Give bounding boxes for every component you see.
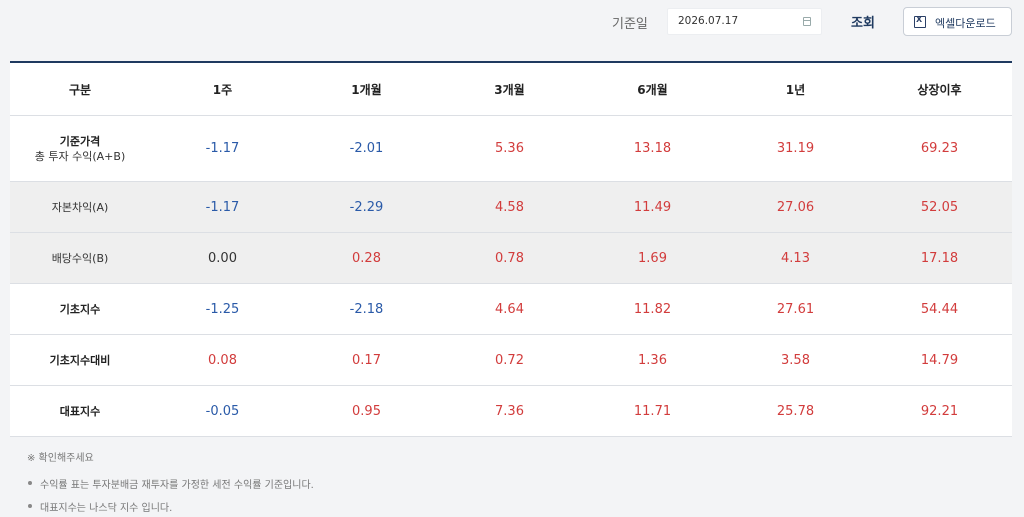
value-cell: 11.49	[633, 199, 672, 215]
value-cell: 0.78	[495, 250, 524, 266]
note-item: 대표지수는 나스닥 지수 입니다.	[27, 499, 314, 514]
table-row: 기준가격 총 투자 수익(A+B) -1.17 -2.01 5.36 13.18 31.19…	[10, 116, 1012, 182]
value-cell: 4.58	[495, 199, 524, 215]
excel-icon	[914, 15, 926, 28]
value-cell: 0.72	[495, 352, 524, 368]
row-label-cell: 기준가격 총 투자 수익(A+B)	[10, 116, 150, 181]
table-header-row: 구분 1주 1개월 3개월 6개월 1년 상장이후	[10, 63, 1012, 116]
header-cell: 1년	[785, 82, 806, 97]
value-cell: -2.01	[349, 141, 384, 156]
row-label: 기준가격	[59, 134, 101, 148]
row-label-cell: 기초지수	[10, 284, 150, 334]
returns-table: 구분 1주 1개월 3개월 6개월 1년 상장이후 기준가격 총 투자 수익(A+…	[10, 61, 1012, 437]
row-label-cell: 배당수익(B)	[10, 233, 150, 283]
value-cell: 54.44	[920, 301, 959, 317]
note-item: 수익률 표는 투자분배금 재투자를 가정한 세전 수익률 기준입니다.	[27, 476, 314, 491]
row-label: 대표지수	[59, 404, 101, 418]
row-label: 배당수익(B)	[51, 251, 109, 265]
value-cell: -1.17	[205, 199, 240, 215]
value-cell: 1.36	[638, 352, 667, 368]
value-cell: 4.64	[495, 301, 524, 317]
value-cell: 5.36	[495, 141, 524, 156]
date-label: 기준일	[612, 17, 648, 32]
value-cell: 52.05	[920, 199, 959, 215]
value-cell: 3.58	[781, 352, 810, 368]
toolbar: 기준일 2026.07.17 조회 엑셀다운로드	[0, 0, 1024, 44]
table-body: 기준가격 총 투자 수익(A+B) -1.17 -2.01 5.36 13.18 31.19…	[10, 116, 1012, 437]
value-cell: -2.29	[349, 199, 384, 215]
date-value: 2026.07.17	[678, 15, 739, 27]
value-cell: 27.61	[776, 301, 815, 317]
row-label: 자본차익(A)	[51, 200, 109, 214]
value-cell: 31.19	[776, 141, 815, 156]
calendar-icon[interactable]	[803, 17, 811, 26]
value-cell: 0.08	[208, 352, 237, 368]
notes-list: 수익률 표는 투자분배금 재투자를 가정한 세전 수익률 기준입니다. 대표지수…	[27, 476, 314, 514]
header-cell: 3개월	[494, 82, 525, 97]
header-cell: 구분	[68, 82, 92, 97]
value-cell: 25.78	[776, 403, 815, 419]
excel-download-label: 엑셀다운로드	[935, 17, 996, 30]
row-label: 기초지수	[59, 302, 101, 316]
value-cell: 17.18	[920, 250, 959, 266]
value-cell: -1.17	[205, 141, 240, 156]
notes-title: ※ 확인해주세요	[27, 453, 94, 464]
notes: ※ 확인해주세요 수익률 표는 투자분배금 재투자를 가정한 세전 수익률 기준…	[27, 449, 314, 517]
table-row: 대표지수 -0.05 0.95 7.36 11.71 25.78 92.21	[10, 386, 1012, 437]
value-cell: -1.25	[205, 301, 240, 317]
value-cell: 7.36	[495, 403, 524, 419]
table-row: 배당수익(B) 0.00 0.28 0.78 1.69 4.13 17.18	[10, 233, 1012, 284]
header-cell: 상장이후	[917, 82, 962, 97]
table-row: 기초지수 -1.25 -2.18 4.64 11.82 27.61 54.44	[10, 284, 1012, 335]
value-cell: 14.79	[920, 352, 959, 368]
header-cell: 1개월	[351, 82, 382, 97]
value-cell: 92.21	[920, 403, 959, 419]
value-cell: 0.00	[208, 250, 237, 266]
row-label-cell: 대표지수	[10, 386, 150, 436]
table-row: 자본차익(A) -1.17 -2.29 4.58 11.49 27.06 52.05	[10, 182, 1012, 233]
value-cell: 27.06	[776, 199, 815, 215]
date-input[interactable]: 2026.07.17	[667, 8, 822, 35]
row-label: 기초지수대비	[49, 353, 111, 367]
header-cell: 1주	[212, 82, 233, 97]
value-cell: 69.23	[920, 141, 959, 156]
table-row: 기초지수대비 0.08 0.17 0.72 1.36 3.58 14.79	[10, 335, 1012, 386]
value-cell: 0.28	[352, 250, 381, 266]
search-button[interactable]: 조회	[851, 12, 875, 31]
row-label-cell: 자본차익(A)	[10, 182, 150, 232]
value-cell: 13.18	[633, 141, 672, 156]
value-cell: 0.95	[352, 403, 381, 419]
row-sublabel: 총 투자 수익(A+B)	[34, 149, 126, 163]
row-label-cell: 기초지수대비	[10, 335, 150, 385]
value-cell: 4.13	[781, 250, 810, 266]
header-cell: 6개월	[637, 82, 668, 97]
excel-download-button[interactable]: 엑셀다운로드	[903, 7, 1012, 36]
value-cell: 0.17	[352, 352, 381, 368]
value-cell: -0.05	[205, 403, 240, 419]
value-cell: 11.82	[633, 301, 672, 317]
value-cell: 1.69	[638, 250, 667, 266]
value-cell: 11.71	[633, 403, 672, 419]
value-cell: -2.18	[349, 301, 384, 317]
